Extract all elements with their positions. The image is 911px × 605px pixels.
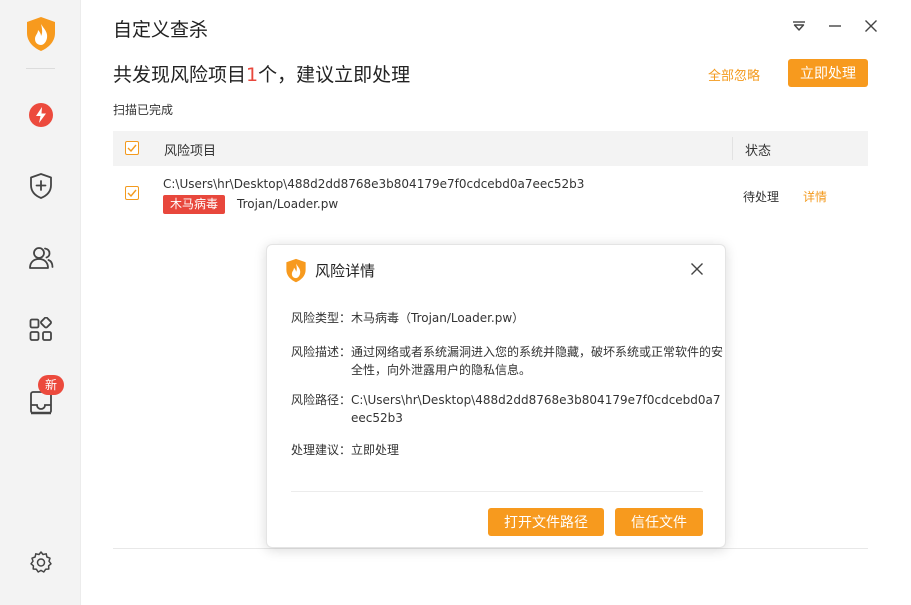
field-value: 通过网络或者系统漏洞进入您的系统并隐藏，破坏系统或正常软件的安全性，向外泄露用户…: [351, 345, 724, 377]
column-header-risk-item: 风险项目: [164, 144, 217, 159]
checkmark-icon: [127, 144, 137, 152]
bottom-divider: [113, 548, 868, 549]
ignore-all-link[interactable]: 全部忽略: [708, 65, 760, 84]
field-label: 风险类型：: [291, 311, 352, 325]
result-headline: 共发现风险项目1个，建议立即处理: [113, 60, 410, 87]
close-icon: [865, 20, 877, 32]
sidebar-divider: [26, 68, 55, 69]
open-file-path-button[interactable]: 打开文件路径: [488, 508, 604, 536]
app-window: 新 自定义查杀 共发现风险项目1个，建议立即处理 全部忽略 立即处理 扫描已完成: [0, 0, 911, 605]
field-label: 处理建议：: [291, 443, 352, 457]
headline-suffix: 个，建议立即处理: [258, 64, 411, 86]
close-button[interactable]: [860, 15, 882, 37]
lightning-icon: [29, 103, 53, 127]
field-value: 木马病毒（Trojan/Loader.pw）: [351, 311, 525, 325]
sidebar: 新: [0, 0, 81, 605]
field-label: 风险路径：: [291, 393, 352, 407]
row-checkbox[interactable]: [125, 186, 139, 200]
sidebar-item-users[interactable]: [25, 242, 57, 274]
close-icon: [691, 263, 703, 275]
column-divider: [732, 137, 733, 160]
shield-flame-icon: [285, 258, 307, 287]
sidebar-item-speedup[interactable]: [25, 99, 57, 131]
row-threat-name: Trojan/Loader.pw: [237, 197, 339, 211]
table-header: 风险项目 状态: [113, 131, 868, 166]
shield-flame-logo-icon: [25, 16, 57, 52]
row-status: 待处理: [743, 190, 780, 204]
headline-prefix: 共发现风险项目: [113, 64, 247, 86]
table-row: C:\Users\hr\Desktop\488d2dd8768e3b804179…: [113, 172, 868, 222]
window-title: 自定义查杀: [113, 19, 209, 41]
minimize-button[interactable]: [824, 15, 846, 37]
shield-plus-icon: [30, 173, 52, 199]
select-all-checkbox[interactable]: [125, 141, 139, 155]
risk-count: 1: [246, 64, 259, 86]
risk-type-tag: 木马病毒: [163, 195, 226, 214]
dialog-close-button[interactable]: [687, 259, 707, 279]
apps-grid-icon: [29, 317, 52, 341]
trust-file-button[interactable]: 信任文件: [615, 508, 703, 536]
checkmark-icon: [127, 189, 137, 197]
scan-status: 扫描已完成: [113, 103, 174, 117]
sidebar-item-settings[interactable]: [25, 546, 57, 578]
field-value: 立即处理: [351, 443, 400, 457]
minimize-icon: [829, 25, 841, 27]
dialog-title: 风险详情: [315, 262, 376, 280]
column-header-status: 状态: [745, 144, 772, 159]
field-value: C:\Users\hr\Desktop\488d2dd8768e3b804179…: [351, 393, 721, 425]
sidebar-item-protection[interactable]: [25, 170, 57, 202]
row-file-path: C:\Users\hr\Desktop\488d2dd8768e3b804179…: [163, 177, 585, 191]
field-label: 风险描述：: [291, 345, 352, 359]
new-badge: 新: [38, 375, 65, 395]
sidebar-item-apps[interactable]: [25, 314, 57, 346]
row-detail-link[interactable]: 详情: [803, 188, 827, 205]
dialog-divider: [291, 491, 703, 492]
fix-now-button[interactable]: 立即处理: [788, 59, 868, 87]
menu-dropdown-icon: [793, 21, 805, 31]
users-icon: [29, 247, 54, 269]
menu-dropdown-button[interactable]: [788, 15, 810, 37]
gear-icon: [30, 551, 52, 573]
risk-detail-dialog: 风险详情 风险类型： 木马病毒（Trojan/Loader.pw） 风险描述： …: [266, 244, 726, 548]
